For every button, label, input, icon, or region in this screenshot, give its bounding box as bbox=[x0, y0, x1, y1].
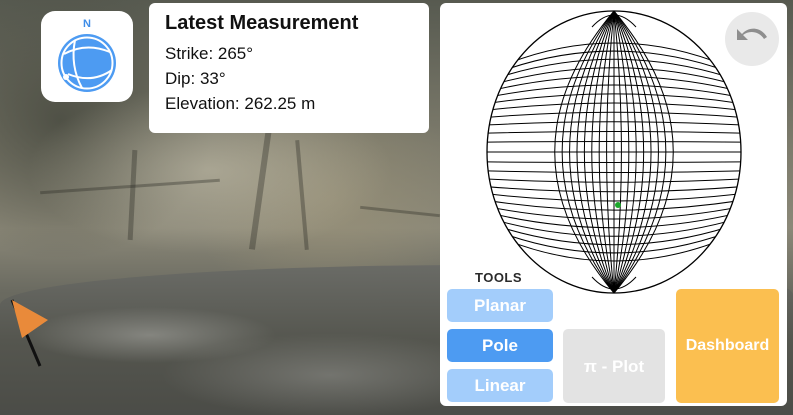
north-label: N bbox=[83, 18, 91, 30]
undo-icon bbox=[737, 28, 767, 40]
latest-measurement-card: Latest Measurement Strike: 265° Dip: 33°… bbox=[149, 3, 429, 133]
stereonet-icon bbox=[486, 10, 742, 294]
pole-button[interactable]: Pole bbox=[447, 329, 553, 362]
flag-icon bbox=[12, 300, 48, 338]
dashboard-button[interactable]: Dashboard bbox=[676, 289, 779, 403]
planar-button[interactable]: Planar bbox=[447, 289, 553, 322]
stereonet-panel: TOOLS Planar Pole Linear π - Plot Dashbo… bbox=[440, 3, 787, 406]
compass-button[interactable]: N bbox=[41, 11, 133, 102]
elevation-value: Elevation: 262.25 m bbox=[165, 94, 316, 113]
dip-value: Dip: 33° bbox=[165, 69, 226, 88]
compass-icon bbox=[58, 34, 116, 92]
linear-button[interactable]: Linear bbox=[447, 369, 553, 402]
strike-value: Strike: 265° bbox=[165, 44, 254, 63]
measurement-point bbox=[615, 202, 621, 208]
tools-label: TOOLS bbox=[475, 270, 523, 285]
measurement-title: Latest Measurement bbox=[165, 12, 359, 34]
undo-button[interactable] bbox=[725, 12, 779, 66]
pi-plot-button[interactable]: π - Plot bbox=[563, 329, 665, 403]
